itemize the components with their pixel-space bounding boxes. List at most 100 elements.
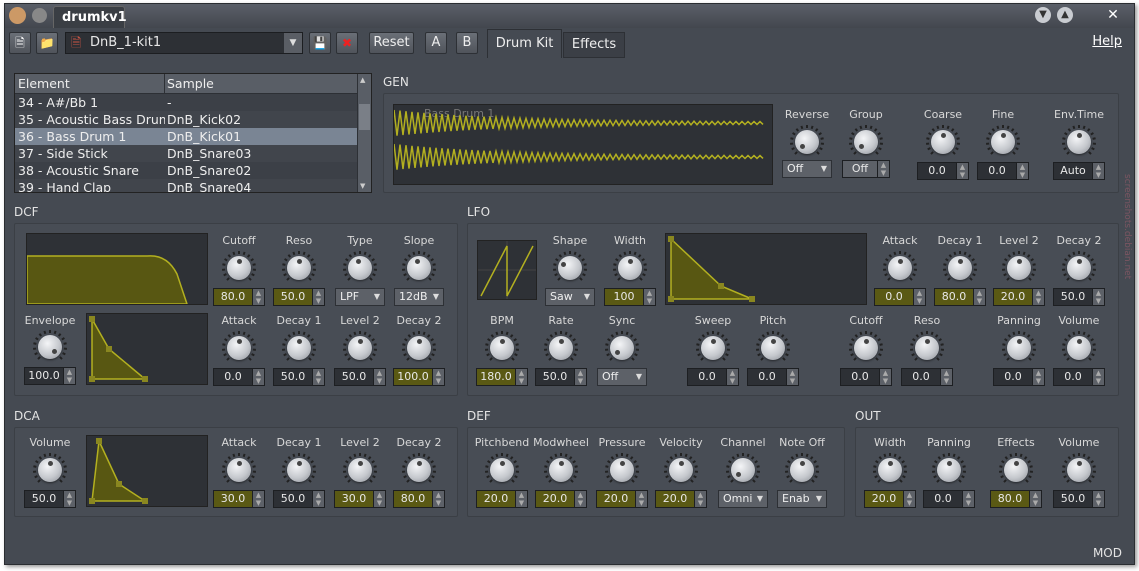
out-width-spinbox[interactable]: 20.0 ▲ ▼: [864, 490, 916, 508]
lfo-level2-knob[interactable]: [1001, 251, 1037, 285]
lfo-attack-knob[interactable]: [882, 251, 918, 285]
out-volume-knob[interactable]: [1061, 453, 1097, 487]
spin-arrows-icon[interactable]: ▲ ▼: [962, 491, 974, 507]
lfo-decay2-knob[interactable]: [1061, 251, 1097, 285]
lfo-cutoff-spinbox[interactable]: 0.0 ▲ ▼: [840, 368, 892, 386]
lfo-bpm-spinbox[interactable]: 180.0 ▲ ▼: [476, 368, 528, 386]
spin-arrows-icon[interactable]: ▲ ▼: [574, 491, 586, 507]
spin-arrows-icon[interactable]: ▲ ▼: [312, 491, 324, 507]
spin-arrows-icon[interactable]: ▲ ▼: [1092, 289, 1104, 305]
dcf-decay1-spinbox[interactable]: 50.0 ▲ ▼: [273, 368, 325, 386]
gen-reverse-combo[interactable]: Off ▼: [782, 160, 832, 178]
lfo-reso-knob[interactable]: [909, 331, 945, 365]
lfo-volume-spinbox[interactable]: 0.0 ▲ ▼: [1053, 368, 1105, 386]
out-panning-knob[interactable]: [931, 453, 967, 487]
column-sample[interactable]: Sample: [165, 74, 214, 93]
lfo-sweep-knob[interactable]: [695, 331, 731, 365]
lfo-panning-knob[interactable]: [1001, 331, 1037, 365]
dcf-slope-combo[interactable]: 12dB ▼: [394, 288, 444, 306]
title-bar[interactable]: drumkv1 ▼ ▲ ✕: [5, 4, 1134, 28]
gen-group-knob[interactable]: [848, 125, 884, 159]
def-noteoff-knob[interactable]: [784, 453, 820, 487]
lfo-cutoff-knob[interactable]: [848, 331, 884, 365]
lfo-sweep-spinbox[interactable]: 0.0 ▲ ▼: [687, 368, 739, 386]
scroll-thumb[interactable]: [359, 104, 370, 130]
dcf-decay2-knob[interactable]: [401, 331, 437, 365]
dcf-envelope-spinbox[interactable]: 100.0 ▲ ▼: [24, 367, 76, 385]
lfo-decay2-spinbox[interactable]: 50.0 ▲ ▼: [1053, 288, 1105, 306]
lfo-level2-spinbox[interactable]: 20.0 ▲ ▼: [993, 288, 1045, 306]
dcf-reso-knob[interactable]: [281, 251, 317, 285]
spin-arrows-icon[interactable]: ▲ ▼: [1016, 163, 1028, 179]
spin-arrows-icon[interactable]: ▲ ▼: [1092, 369, 1104, 385]
def-noteoff-combo[interactable]: Enab ▼: [777, 490, 827, 508]
minimize-icon[interactable]: ▼: [1035, 7, 1051, 23]
spin-arrows-icon[interactable]: ▲ ▼: [643, 289, 655, 305]
dcf-level2-knob[interactable]: [342, 331, 378, 365]
lfo-pitch-spinbox[interactable]: 0.0 ▲ ▼: [747, 368, 799, 386]
dcf-attack-spinbox[interactable]: 0.0 ▲ ▼: [213, 368, 265, 386]
lfo-width-knob[interactable]: [612, 251, 648, 285]
def-channel-knob[interactable]: [725, 453, 761, 487]
def-channel-combo[interactable]: Omni ▼: [718, 490, 768, 508]
lfo-volume-knob[interactable]: [1061, 331, 1097, 365]
lfo-panning-spinbox[interactable]: 0.0 ▲ ▼: [993, 368, 1045, 386]
sample-waveform[interactable]: Bass Drum 1: [393, 104, 773, 185]
out-panning-spinbox[interactable]: 0.0 ▲ ▼: [923, 490, 975, 508]
dcf-decay2-spinbox[interactable]: 100.0 ▲ ▼: [393, 368, 445, 386]
list-item[interactable]: 38 - Acoustic Snare DnB_Snare02: [15, 162, 371, 179]
lfo-decay1-spinbox[interactable]: 80.0 ▲ ▼: [934, 288, 986, 306]
spin-arrows-icon[interactable]: ▲ ▼: [973, 289, 985, 305]
spin-arrows-icon[interactable]: ▲ ▼: [312, 369, 324, 385]
pin-icon[interactable]: [32, 8, 47, 23]
dca-volume-spinbox[interactable]: 50.0 ▲ ▼: [24, 490, 76, 508]
lfo-sync-combo[interactable]: Off ▼: [597, 368, 647, 386]
dca-level2-knob[interactable]: [342, 453, 378, 487]
lfo-width-spinbox[interactable]: 100 ▲ ▼: [604, 288, 656, 306]
gen-coarse-spinbox[interactable]: 0.0 ▲ ▼: [917, 162, 969, 180]
list-item[interactable]: 34 - A#/Bb 1 -: [15, 94, 371, 111]
dcf-envelope-knob[interactable]: [32, 330, 68, 364]
app-icon[interactable]: [9, 7, 26, 24]
list-item[interactable]: 36 - Bass Drum 1 DnB_Kick01: [15, 128, 371, 145]
spin-arrows-icon[interactable]: ▲ ▼: [63, 491, 75, 507]
spin-arrows-icon[interactable]: ▲ ▼: [1032, 289, 1044, 305]
spin-arrows-icon[interactable]: ▲ ▼: [940, 369, 952, 385]
def-pressure-knob[interactable]: [604, 453, 640, 487]
tab-effects[interactable]: Effects: [563, 32, 625, 58]
reset-button[interactable]: Reset: [369, 32, 414, 54]
spin-arrows-icon[interactable]: ▲ ▼: [252, 289, 264, 305]
new-file-button[interactable]: 🗎: [9, 32, 31, 54]
dcf-type-knob[interactable]: [342, 251, 378, 285]
def-modwheel-spinbox[interactable]: 20.0 ▲ ▼: [535, 490, 587, 508]
spin-arrows-icon[interactable]: ▲ ▼: [373, 369, 385, 385]
def-pitchbend-knob[interactable]: [484, 453, 520, 487]
spin-arrows-icon[interactable]: ▲ ▼: [913, 289, 925, 305]
def-velocity-knob[interactable]: [663, 453, 699, 487]
preset-b-button[interactable]: B: [456, 32, 478, 54]
chevron-down-icon[interactable]: ▼: [284, 33, 302, 53]
lfo-envelope-graph[interactable]: [665, 233, 867, 305]
gen-coarse-knob[interactable]: [925, 125, 961, 159]
preset-a-button[interactable]: A: [425, 32, 447, 54]
kit-selector[interactable]: 🗎 DnB_1-kit1 ▼: [65, 32, 303, 54]
lfo-attack-spinbox[interactable]: 0.0 ▲ ▼: [874, 288, 926, 306]
spin-arrows-icon[interactable]: ▲ ▼: [877, 161, 889, 177]
spin-arrows-icon[interactable]: ▲ ▼: [879, 369, 891, 385]
spin-arrows-icon[interactable]: ▲ ▼: [1092, 163, 1104, 179]
list-item[interactable]: 39 - Hand Clap DnB_Snare04: [15, 179, 371, 192]
gen-envtime-spinbox[interactable]: Auto ▲ ▼: [1053, 162, 1105, 180]
spin-arrows-icon[interactable]: ▲ ▼: [726, 369, 738, 385]
spin-arrows-icon[interactable]: ▲ ▼: [63, 368, 75, 384]
dca-decay2-spinbox[interactable]: 80.0 ▲ ▼: [393, 490, 445, 508]
dcf-cutoff-knob[interactable]: [221, 251, 257, 285]
def-pressure-spinbox[interactable]: 20.0 ▲ ▼: [596, 490, 648, 508]
dcf-type-combo[interactable]: LPF ▼: [335, 288, 385, 306]
save-button[interactable]: 💾: [309, 32, 331, 54]
dcf-decay1-knob[interactable]: [281, 331, 317, 365]
help-menu[interactable]: Help: [1092, 34, 1122, 49]
spin-arrows-icon[interactable]: ▲ ▼: [574, 369, 586, 385]
spin-arrows-icon[interactable]: ▲ ▼: [432, 369, 444, 385]
def-velocity-spinbox[interactable]: 20.0 ▲ ▼: [655, 490, 707, 508]
scroll-down-icon[interactable]: ▼: [360, 182, 365, 190]
